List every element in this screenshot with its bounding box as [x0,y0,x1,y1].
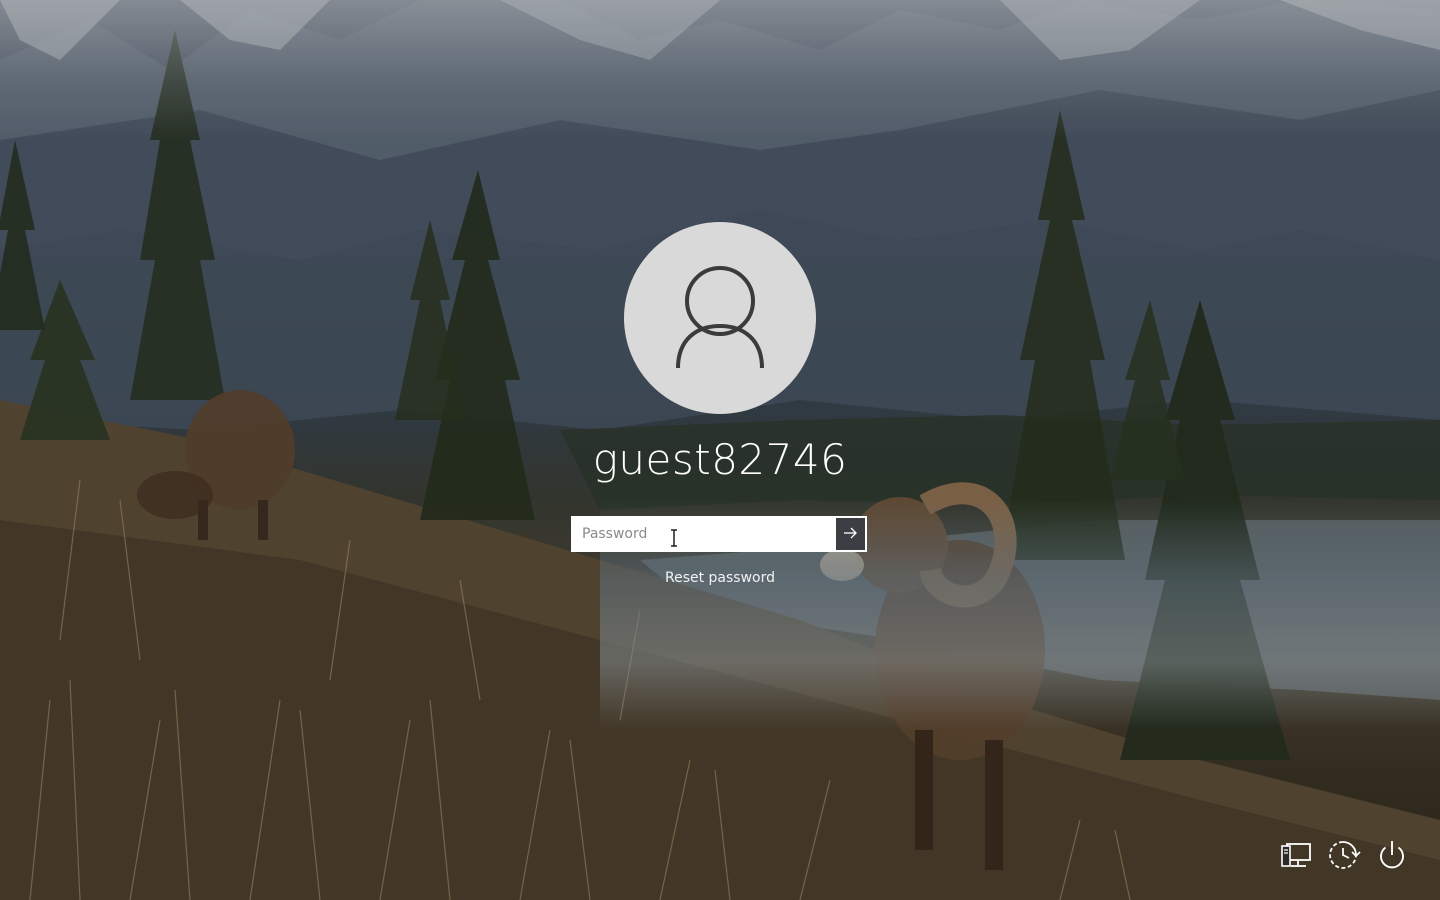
lock-screen: guest82746 Reset password [0,0,1440,900]
network-button[interactable] [1276,836,1316,876]
ease-of-access-button[interactable] [1323,836,1363,876]
text-cursor-icon [671,529,677,547]
submit-button[interactable] [835,518,865,550]
user-silhouette-icon [676,266,764,369]
power-icon [1380,841,1404,869]
password-field-container [571,516,867,552]
ease-of-access-icon [1329,841,1361,869]
user-avatar [624,222,816,414]
arrow-right-icon [844,527,857,539]
power-button[interactable] [1372,836,1412,876]
network-icon [1281,843,1311,867]
reset-password-link[interactable]: Reset password [570,568,870,588]
username-label: guest82746 [592,435,848,484]
password-input[interactable] [573,518,835,550]
